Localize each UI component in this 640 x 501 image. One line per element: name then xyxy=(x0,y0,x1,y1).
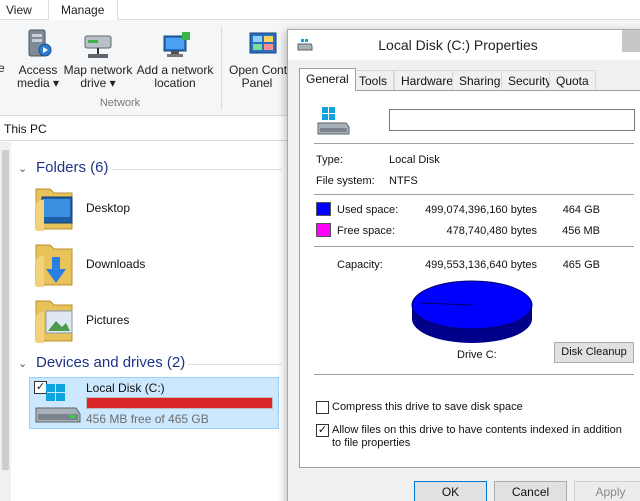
index-option[interactable]: ✓ Allow files on this drive to have cont… xyxy=(316,424,636,452)
disk-usage-pie-icon xyxy=(411,280,533,343)
compress-checkbox[interactable] xyxy=(316,401,329,414)
type-value: Local Disk xyxy=(389,154,440,166)
drive-name: Local Disk (C:) xyxy=(86,381,165,395)
properties-dialog: Local Disk (C:) Properties General Tools… xyxy=(287,29,640,501)
control-panel-icon xyxy=(249,32,277,54)
index-label: Allow files on this drive to have conten… xyxy=(332,424,622,449)
free-space-swatch xyxy=(316,223,331,237)
downloads-folder-icon xyxy=(35,244,73,287)
folder-name: Desktop xyxy=(86,201,131,215)
add-network-location-label2: location xyxy=(154,76,196,90)
map-network-drive-button[interactable]: Map network drive ▾ xyxy=(62,28,134,98)
drive-free-text: 456 MB free of 465 GB xyxy=(86,412,209,426)
used-space-label: Used space: xyxy=(337,204,399,216)
folders-section-header[interactable]: Folders (6) xyxy=(36,159,109,176)
free-space-label: Free space: xyxy=(337,225,396,237)
compress-label: Compress this drive to save disk space xyxy=(332,401,523,413)
volume-name-input[interactable] xyxy=(389,109,635,131)
disk-cleanup-button[interactable]: Disk Cleanup xyxy=(554,342,634,363)
capacity-label: Capacity: xyxy=(337,259,383,271)
drive-letter-label: Drive C: xyxy=(457,349,497,361)
divider-3 xyxy=(314,246,634,247)
divider-2 xyxy=(314,194,634,195)
ribbon-tab-bar: View Manage xyxy=(0,0,640,20)
folder-item-pictures[interactable]: Pictures xyxy=(32,295,272,345)
capacity-size: 465 GB xyxy=(562,259,600,271)
free-space-size: 456 MB xyxy=(562,225,600,237)
folders-collapse-icon[interactable]: ⌄ xyxy=(18,162,27,175)
folder-name: Downloads xyxy=(86,257,146,271)
cancel-button[interactable]: Cancel xyxy=(494,481,567,501)
devices-divider xyxy=(188,364,282,365)
ribbon-cut-label: e xyxy=(0,61,5,75)
folders-divider xyxy=(112,169,282,170)
desktop-folder-icon xyxy=(35,188,73,231)
devices-section-header[interactable]: Devices and drives (2) xyxy=(36,354,185,371)
add-network-location-icon xyxy=(163,32,190,57)
tab-general[interactable]: General xyxy=(299,68,356,91)
tab-sharing[interactable]: Sharing xyxy=(452,70,508,90)
drive-usage-fill xyxy=(87,398,272,408)
tab-manage[interactable]: Manage xyxy=(61,3,104,17)
ok-button[interactable]: OK xyxy=(414,481,487,501)
free-space-bytes: 478,740,480 bytes xyxy=(446,225,537,237)
used-space-swatch xyxy=(316,202,331,216)
capacity-bytes: 499,553,136,640 bytes xyxy=(425,259,537,271)
map-network-drive-label2: drive ▾ xyxy=(80,76,116,90)
folder-item-desktop[interactable]: Desktop xyxy=(32,183,272,233)
local-disk-large-icon xyxy=(317,107,350,135)
map-network-drive-icon xyxy=(84,35,112,58)
folder-item-downloads[interactable]: Downloads xyxy=(32,239,272,289)
used-space-size: 464 GB xyxy=(562,204,600,216)
scrollbar-thumb[interactable] xyxy=(2,150,9,470)
tab-view[interactable]: View xyxy=(6,3,32,17)
filesystem-label: File system: xyxy=(316,175,375,187)
divider-1 xyxy=(314,143,634,144)
media-server-icon xyxy=(28,29,52,57)
close-button[interactable] xyxy=(622,30,640,52)
compress-option[interactable]: Compress this drive to save disk space xyxy=(316,401,636,415)
divider-4 xyxy=(314,374,634,375)
address-path: This PC xyxy=(4,122,47,136)
drive-item-c[interactable]: ✓ Local Disk (C:) 456 MB free of 465 GB xyxy=(29,377,279,429)
access-media-label2: media ▾ xyxy=(16,76,60,90)
tab-tools[interactable]: Tools xyxy=(352,70,395,90)
local-disk-icon xyxy=(35,384,81,423)
tab-quota[interactable]: Quota xyxy=(549,70,596,90)
tab-hardware[interactable]: Hardware xyxy=(394,70,461,90)
index-checkbox[interactable]: ✓ xyxy=(316,424,329,437)
add-network-location-button[interactable]: Add a network location xyxy=(136,28,214,98)
filesystem-value: NTFS xyxy=(389,175,418,187)
apply-button[interactable]: Apply xyxy=(574,481,640,501)
open-control-panel-button[interactable]: Open Cont Panel xyxy=(226,28,288,98)
network-group-label: Network xyxy=(99,97,141,109)
dialog-title: Local Disk (C:) Properties xyxy=(378,37,538,53)
control-panel-label2: Panel xyxy=(241,76,273,90)
general-tab-panel: Type: Local Disk File system: NTFS Used … xyxy=(299,90,640,468)
devices-collapse-icon[interactable]: ⌄ xyxy=(18,357,27,370)
dialog-titlebar[interactable]: Local Disk (C:) Properties xyxy=(288,30,640,60)
access-media-button[interactable]: Access media ▾ xyxy=(14,28,62,98)
pictures-folder-icon xyxy=(35,300,73,343)
used-space-bytes: 499,074,396,160 bytes xyxy=(425,204,537,216)
drive-usage-bar xyxy=(86,397,273,409)
folder-name: Pictures xyxy=(86,313,130,327)
type-label: Type: xyxy=(316,154,343,166)
navigation-scrollbar[interactable] xyxy=(0,142,11,501)
